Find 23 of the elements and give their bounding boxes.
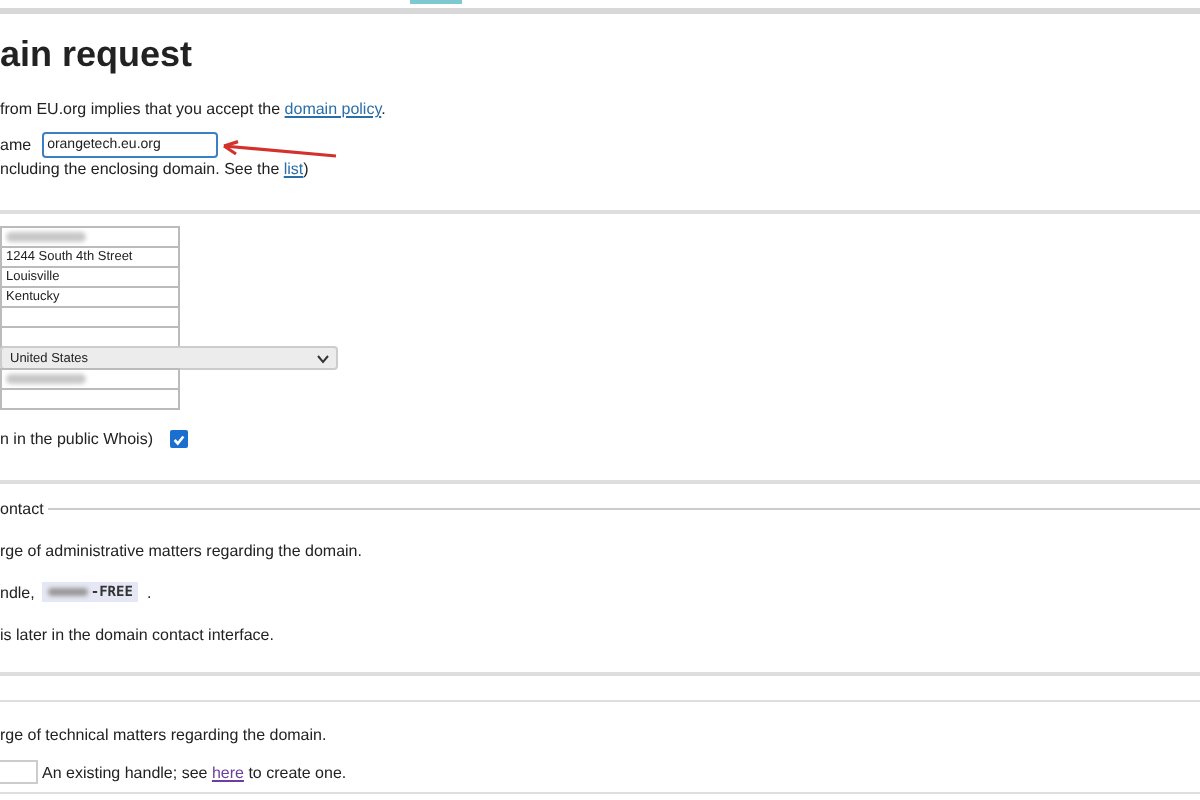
admin-text: rge of administrative matters regarding the domain. <box>0 542 364 560</box>
tech-hint: An existing handle; see here to create one. <box>42 763 347 781</box>
tech-text: rge of technical matters regarding the domain. <box>0 726 329 744</box>
text-input[interactable] <box>0 368 180 390</box>
page-title: ain request <box>0 34 195 76</box>
text-input[interactable] <box>0 388 180 410</box>
policy-text: from EU.org implies that you accept the domain policy. <box>0 100 388 118</box>
list-link[interactable]: list <box>283 160 304 178</box>
whois-label: n in the public Whois) <box>0 430 153 448</box>
handle-input[interactable] <box>0 760 38 784</box>
checkbox[interactable] <box>170 430 189 448</box>
admin-note: is later in the domain contact interface. <box>0 626 276 644</box>
policy-link[interactable]: domain policy <box>284 100 382 118</box>
text-input[interactable] <box>0 226 180 248</box>
here-link[interactable]: here <box>211 763 244 781</box>
domain-label: ame <box>0 136 32 154</box>
fieldset-legend: ontact <box>0 500 44 518</box>
handle-label: ndle, <box>0 583 35 601</box>
chevron-icon <box>316 353 330 363</box>
domain-hint: ncluding the enclosing domain. See the list) <box>0 160 311 178</box>
period-text: . <box>146 583 152 601</box>
text-input[interactable] <box>0 306 180 328</box>
arrow <box>220 140 340 160</box>
